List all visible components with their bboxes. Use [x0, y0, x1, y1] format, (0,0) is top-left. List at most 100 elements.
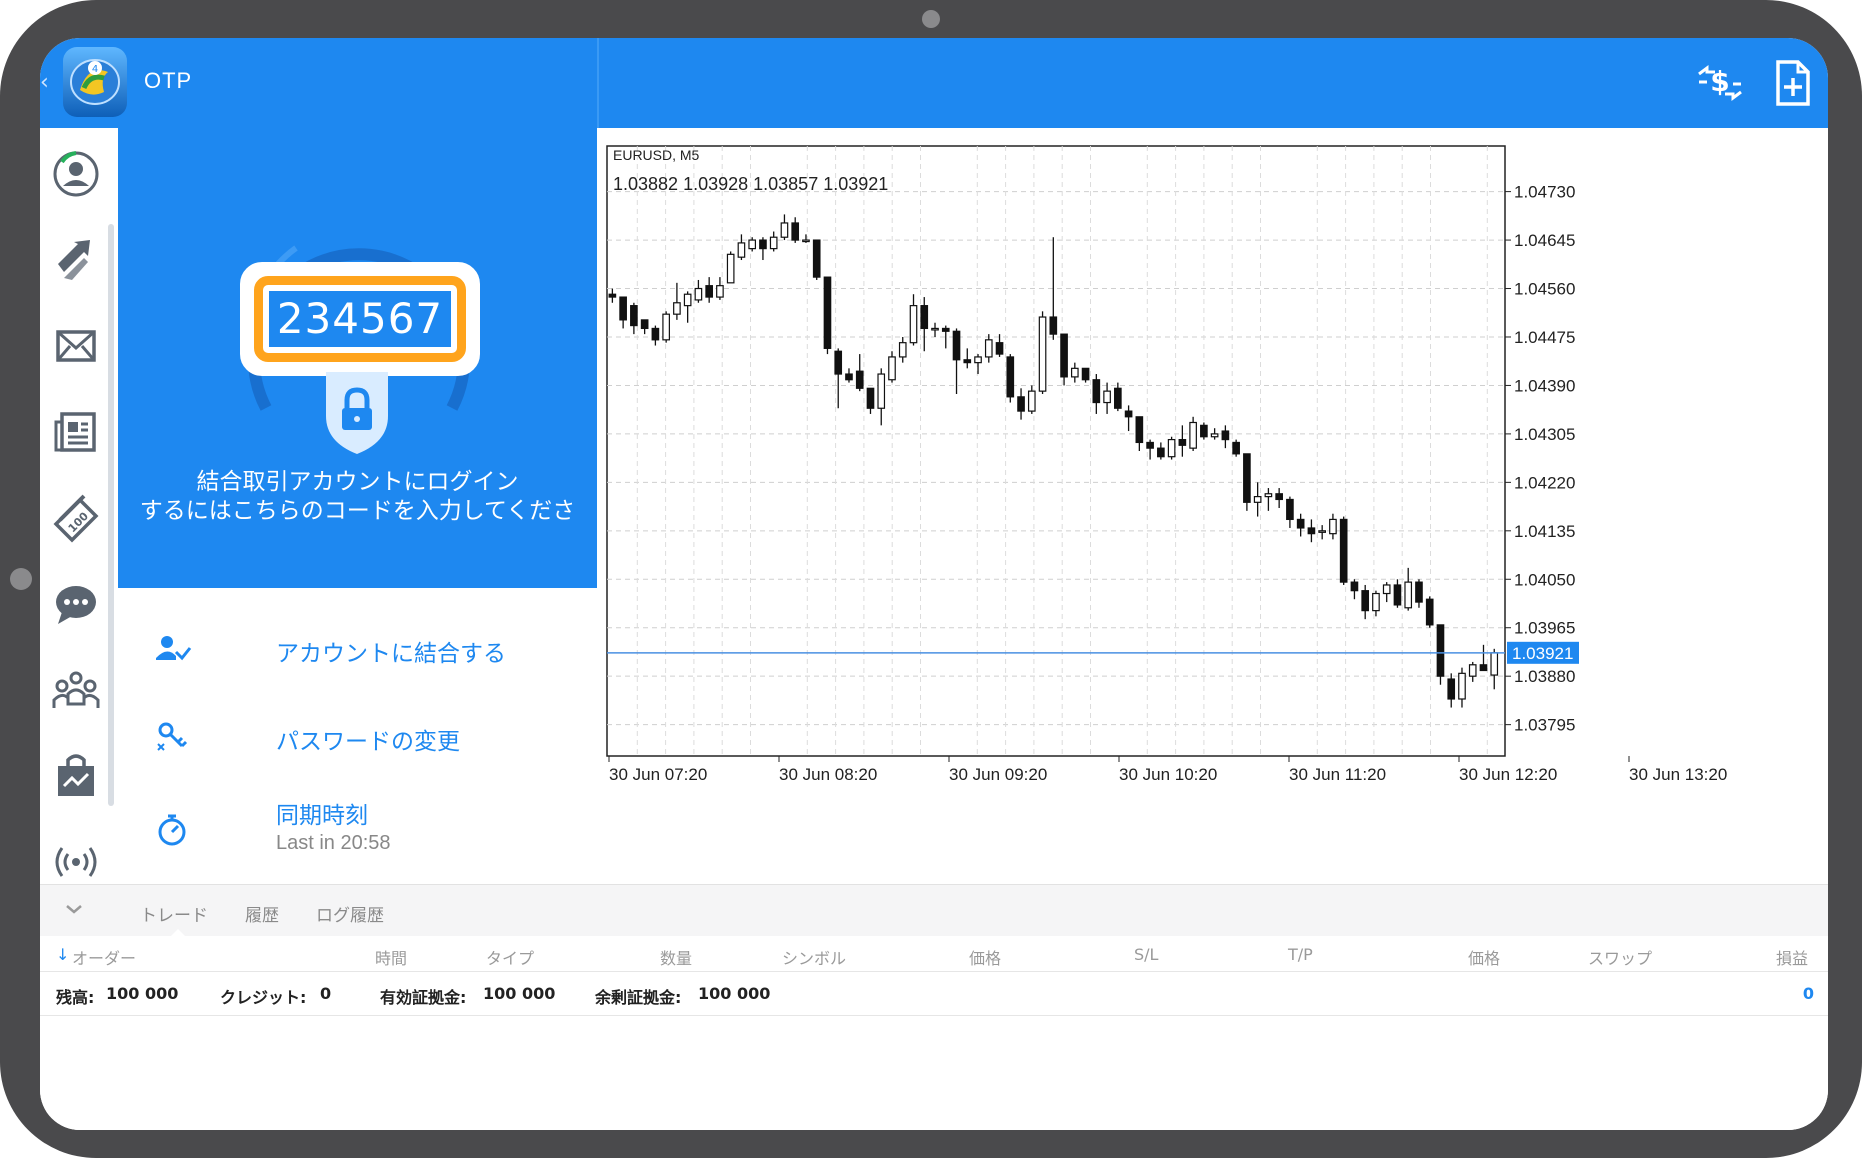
col-symbol[interactable]: シンボル — [782, 945, 846, 969]
candle-body — [1339, 518, 1348, 583]
profit-total: 0 — [1802, 984, 1814, 1003]
candle-body — [984, 339, 993, 358]
account-icon[interactable] — [50, 148, 102, 200]
candle-body — [759, 239, 767, 250]
candle-body — [1296, 518, 1305, 529]
candle-body — [802, 239, 810, 243]
change-password-label: パスワードの変更 — [276, 729, 460, 755]
currency-exchange-button[interactable]: $ — [1695, 60, 1745, 106]
sync-time-item[interactable]: 同期時刻 Last in 20:58 — [118, 790, 597, 860]
candle-body — [1081, 367, 1090, 381]
y-tick-label: 1.04050 — [1514, 570, 1575, 589]
tab-journal[interactable]: ログ履歴 — [316, 901, 384, 926]
y-tick-label: 1.04475 — [1514, 328, 1575, 347]
candle-body — [619, 296, 627, 321]
candle-body — [1006, 356, 1015, 398]
candle-body — [877, 373, 886, 409]
tab-history[interactable]: 履歴 — [245, 901, 279, 926]
candle-body — [769, 236, 778, 250]
col-time[interactable]: 時間 — [375, 945, 407, 969]
news-icon[interactable] — [50, 406, 102, 458]
x-tick-label: 30 Jun 12:20 — [1459, 765, 1557, 784]
y-tick-label: 1.04645 — [1514, 231, 1575, 250]
signal-icon[interactable] — [50, 836, 102, 888]
change-password-item[interactable]: パスワードの変更 — [118, 704, 597, 774]
mail-icon[interactable] — [50, 320, 102, 372]
col-tp[interactable]: T/P — [1288, 945, 1313, 964]
sync-time-subtitle: Last in 20:58 — [276, 832, 391, 854]
chat-icon[interactable] — [50, 578, 102, 630]
tablet-device: ‹ 4 OTP $ 100 234567 結合取引アカウントにログイン するには… — [0, 0, 1862, 1158]
market-icon[interactable] — [50, 750, 102, 802]
app-logo-icon[interactable]: 4 — [60, 44, 130, 120]
col-volume[interactable]: 数量 — [660, 945, 692, 969]
back-icon[interactable]: ‹ — [40, 70, 56, 96]
candle-body — [855, 370, 864, 389]
x-tick-label: 30 Jun 13:20 — [1629, 765, 1727, 784]
col-swap[interactable]: スワップ — [1588, 945, 1652, 969]
candle-body — [716, 285, 724, 298]
candle-body — [1404, 581, 1413, 609]
x-tick-label: 30 Jun 07:20 — [609, 765, 707, 784]
candle-body — [974, 356, 982, 364]
col-current-price[interactable]: 価格 — [1468, 945, 1500, 969]
col-type[interactable]: タイプ — [486, 945, 534, 969]
otp-panel: 234567 結合取引アカウントにログイン するにはこちらのコードを入力してくだ… — [118, 128, 597, 588]
top-bar: ‹ 4 OTP $ — [40, 38, 1828, 128]
sync-time-label: 同期時刻 — [276, 803, 368, 829]
calendar-icon[interactable]: 100 — [50, 492, 102, 544]
toolbox: トレード 履歴 ログ履歴 ↓ オーダー 時間 タイプ 数量 シンボル 価格 S/… — [40, 884, 1828, 1130]
candle-body — [651, 327, 660, 341]
candlestick-chart: 1.04730 1.04645 1.04560 1.04475 1.04390 1.043… — [606, 145, 1727, 784]
tab-trade[interactable]: トレード — [140, 901, 208, 926]
candle-body — [1049, 316, 1058, 335]
x-tick-label: 30 Jun 09:20 — [949, 765, 1047, 784]
price-chart[interactable]: 1.04730 1.04645 1.04560 1.04475 1.04390 1.043… — [599, 128, 1828, 880]
candle-body — [898, 342, 907, 358]
otp-code: 234567 — [269, 291, 451, 347]
col-sl[interactable]: S/L — [1134, 945, 1158, 964]
timer-icon — [158, 814, 186, 846]
trade-icon[interactable] — [50, 234, 102, 286]
lock-shield-icon — [326, 372, 388, 454]
y-tick-label: 1.04390 — [1514, 376, 1575, 395]
candle-body — [1038, 316, 1047, 392]
rail-scrollbar[interactable] — [108, 224, 114, 806]
y-tick-label: 1.03965 — [1514, 619, 1575, 638]
login-instruction-line2: するにはこちらのコードを入力してくださ — [139, 498, 576, 524]
sort-arrow-icon[interactable]: ↓ — [56, 945, 69, 964]
bind-account-item[interactable]: アカウントに結合する — [118, 616, 597, 686]
candle-body — [1060, 333, 1068, 378]
candle-body — [1275, 493, 1283, 501]
candle-body — [791, 222, 800, 241]
candle-body — [748, 239, 757, 250]
chevron-down-icon[interactable] — [62, 897, 86, 921]
free-margin-value: 100 000 — [698, 984, 771, 1003]
key-icon — [157, 722, 188, 751]
candle-body — [1458, 672, 1466, 700]
side-button — [10, 568, 32, 590]
candle-body — [1286, 498, 1294, 521]
col-price[interactable]: 価格 — [969, 945, 1001, 969]
col-order[interactable]: オーダー — [72, 945, 136, 969]
candle-body — [823, 276, 832, 349]
y-tick-label: 1.03880 — [1514, 667, 1575, 686]
col-profit[interactable]: 損益 — [1776, 945, 1808, 969]
candle-body — [1070, 367, 1079, 378]
camera-dot — [922, 10, 940, 28]
candle-body — [726, 253, 735, 284]
orders-header: ↓ オーダー 時間 タイプ 数量 シンボル 価格 S/L T/P 価格 スワップ… — [40, 936, 1828, 972]
candle-body — [780, 222, 789, 238]
new-order-button[interactable] — [1772, 58, 1812, 108]
candle-body — [640, 319, 649, 330]
account-summary: 残高: 100 000 クレジット: 0 有効証拠金: 100 000 余剰証拠… — [40, 972, 1828, 1016]
new-document-icon — [1776, 60, 1810, 106]
left-rail: 100 — [40, 128, 116, 880]
balance-value: 100 000 — [106, 984, 179, 1003]
candle-body — [1103, 390, 1111, 404]
community-icon[interactable] — [50, 664, 102, 716]
candle-body — [1382, 584, 1391, 595]
candle-body — [1167, 438, 1176, 458]
symbol-label: EURUSD, M5 — [613, 147, 700, 163]
candle-body — [1264, 493, 1273, 498]
